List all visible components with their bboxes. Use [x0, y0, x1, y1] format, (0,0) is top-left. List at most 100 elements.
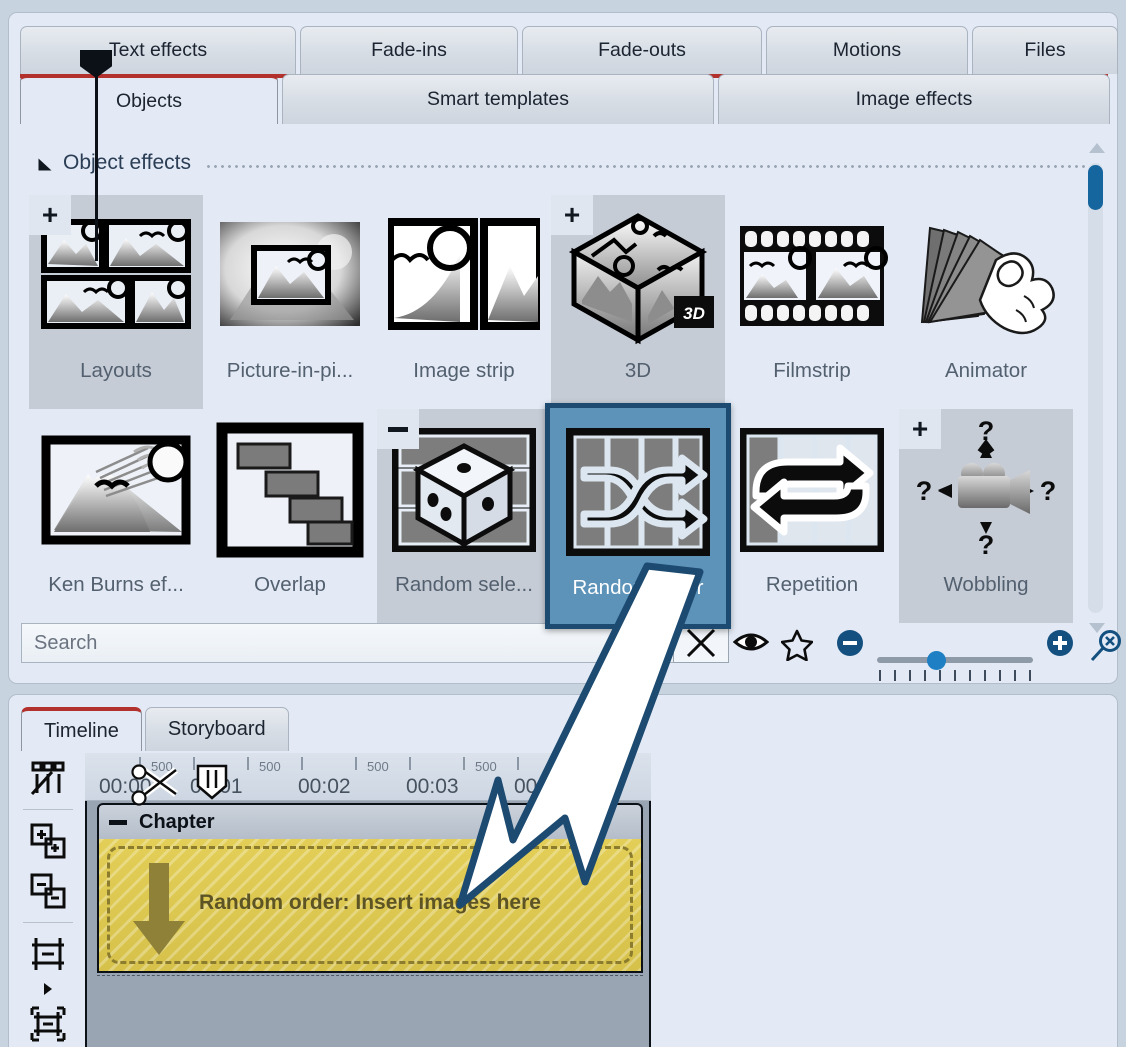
add-track-icon[interactable]: [19, 816, 77, 866]
tab-image-effects[interactable]: Image effects: [718, 74, 1110, 124]
timeline-tool-column: [19, 753, 77, 1047]
search-placeholder: Search: [34, 632, 97, 655]
tab-objects[interactable]: Objects: [20, 74, 278, 124]
effect-tile-caption: 3D: [625, 359, 651, 383]
effect-tile-caption: Random sele...: [395, 573, 533, 597]
plus-icon[interactable]: +: [29, 195, 71, 235]
tab-label: Image effects: [856, 88, 973, 111]
tab-files[interactable]: Files: [972, 26, 1118, 74]
repeat-icon: [733, 415, 891, 565]
effects-grid: +: [29, 195, 1089, 629]
effect-tile-filmstrip[interactable]: Filmstrip: [725, 195, 899, 409]
object-effects-header[interactable]: Object effects: [39, 151, 1085, 175]
effect-tile-caption: Filmstrip: [773, 359, 850, 383]
scrollbar-track[interactable]: [1088, 163, 1103, 613]
playhead-icon[interactable]: [80, 50, 112, 90]
effect-tile-picture-in-picture[interactable]: Picture-in-pi...: [203, 195, 377, 409]
effects-scrollbar[interactable]: [1085, 137, 1107, 639]
tab-timeline[interactable]: Timeline: [21, 707, 142, 751]
plus-icon[interactable]: +: [899, 409, 941, 449]
minus-icon[interactable]: [109, 820, 127, 825]
picture-in-picture-icon: [211, 201, 369, 351]
header-dotted-rule: [205, 165, 1085, 168]
plus-circle-icon[interactable]: [1047, 630, 1073, 661]
triangle-down-icon[interactable]: [39, 159, 52, 171]
filmstrip-icon: [733, 201, 891, 351]
flipbook-hand-icon: [907, 201, 1065, 351]
effect-tile-caption: Layouts: [80, 359, 152, 383]
effect-tile-animator[interactable]: Animator: [899, 195, 1073, 409]
ruler-half-label: 500: [367, 759, 389, 774]
effect-tile-overlap[interactable]: Overlap: [203, 409, 377, 623]
image-strip-icon: [385, 201, 543, 351]
remove-track-icon[interactable]: [19, 866, 77, 916]
fit-track-icon[interactable]: [19, 929, 77, 979]
tab-label: Files: [1024, 39, 1065, 62]
tab-label: Motions: [833, 39, 901, 62]
tab-label: Fade-ins: [371, 39, 447, 62]
zoom-slider-track[interactable]: [877, 657, 1033, 663]
scroll-up-icon[interactable]: [1089, 143, 1105, 153]
tab-motions[interactable]: Motions: [766, 26, 968, 74]
effect-tile-layouts[interactable]: +: [29, 195, 203, 409]
shuffle-icon: [558, 416, 718, 568]
effect-tile-caption: Repetition: [766, 573, 858, 597]
effect-tile-wobbling[interactable]: + ? ?: [899, 409, 1073, 623]
tab-label: Timeline: [44, 720, 119, 743]
effects-tab-row-secondary: Objects Smart templates Image effects: [20, 74, 1114, 124]
tool-divider: [23, 809, 73, 810]
effect-tile-caption: Animator: [945, 359, 1027, 383]
tab-label: Fade-outs: [598, 39, 686, 62]
effect-tile-random-selection[interactable]: Random sele...: [377, 409, 551, 623]
tab-text-effects[interactable]: Text effects: [20, 26, 296, 74]
minus-circle-icon[interactable]: [837, 630, 863, 661]
timeline-tab-row: Timeline Storyboard: [21, 707, 292, 751]
minus-icon[interactable]: [377, 409, 419, 449]
effect-tile-caption: Ken Burns ef...: [48, 573, 184, 597]
plus-icon[interactable]: +: [551, 195, 593, 235]
scrollbar-thumb[interactable]: [1088, 165, 1103, 210]
effect-tile-caption: Image strip: [413, 359, 514, 383]
svg-text:?: ?: [1040, 476, 1057, 506]
ken-burns-icon: [37, 415, 195, 565]
tab-label: Storyboard: [168, 718, 266, 741]
timeline-panel: Timeline Storyboard: [8, 694, 1118, 1047]
split-objects-icon[interactable]: [19, 753, 77, 803]
tab-fade-ins[interactable]: Fade-ins: [300, 26, 518, 74]
ruler-half-label: 500: [475, 759, 497, 774]
tab-fade-outs[interactable]: Fade-outs: [522, 26, 762, 74]
marker-icon[interactable]: [192, 762, 232, 807]
expand-track-icon[interactable]: [19, 999, 77, 1047]
tab-smart-templates[interactable]: Smart templates: [282, 74, 714, 124]
overlap-icon: [211, 415, 369, 565]
ruler-half-label: 500: [583, 759, 605, 774]
effect-tile-3d[interactable]: +: [551, 195, 725, 409]
search-input[interactable]: Search: [21, 623, 713, 663]
effect-tile-caption: Wobbling: [943, 573, 1028, 597]
eye-icon[interactable]: [733, 629, 769, 660]
star-icon[interactable]: [781, 629, 813, 666]
zoom-slider-ticks: [879, 670, 1031, 682]
effect-tile-ken-burns[interactable]: Ken Burns ef...: [29, 409, 203, 623]
effect-tile-caption: Overlap: [254, 573, 326, 597]
tab-storyboard[interactable]: Storyboard: [145, 707, 289, 751]
tool-divider: [23, 922, 73, 923]
ruler-label: 00:03: [406, 775, 459, 799]
effect-tile-image-strip[interactable]: Image strip: [377, 195, 551, 409]
svg-text:3D: 3D: [683, 304, 705, 323]
timeline-drop-zone[interactable]: Random order: Insert images here: [97, 839, 643, 973]
magnifier-reset-icon[interactable]: [1089, 629, 1123, 668]
ruler-label: 00:04: [514, 775, 567, 799]
effects-panel: Text effects Fade-ins Fade-outs Motions …: [8, 12, 1118, 684]
zoom-slider-handle[interactable]: [927, 651, 946, 670]
ruler-label: 00:02: [298, 775, 351, 799]
effects-row: +: [29, 195, 1089, 409]
effects-row: Ken Burns ef...: [29, 409, 1089, 629]
effect-tile-repetition[interactable]: Repetition: [725, 409, 899, 623]
timeline-empty-track[interactable]: [97, 975, 643, 1047]
scissors-icon[interactable]: [130, 760, 186, 817]
close-x-icon[interactable]: [673, 623, 729, 663]
expand-arrow-icon[interactable]: [19, 979, 77, 999]
effect-tile-random-order[interactable]: Random order: [545, 403, 731, 629]
svg-text:?: ?: [978, 530, 995, 560]
